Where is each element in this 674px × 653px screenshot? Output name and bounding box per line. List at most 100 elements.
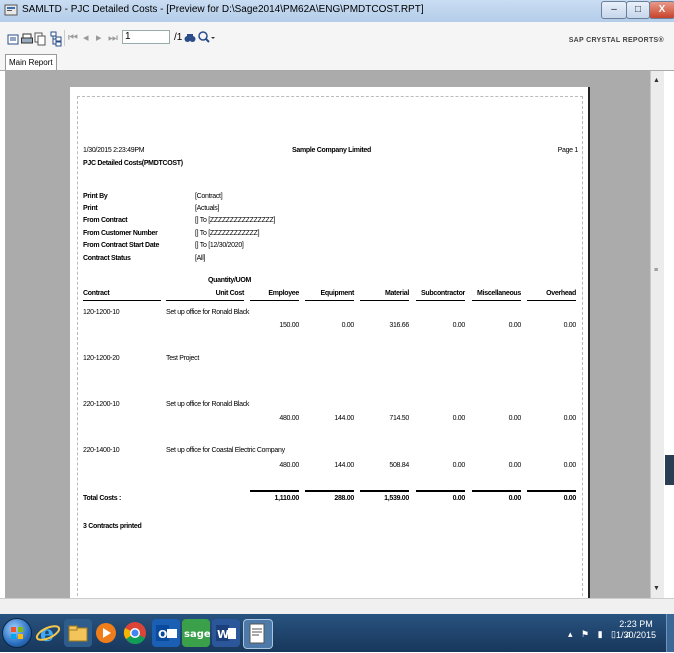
param-label: Print [83,205,98,212]
row-contract: 220-1200-10 [83,401,120,408]
total-rule [416,490,465,492]
svg-text:W: W [217,628,229,641]
param-value: [] To [12/30/2020] [195,242,244,249]
print-icon[interactable] [21,32,33,46]
row-employee: 150.00 [279,322,299,329]
header-underline [360,300,409,301]
total-material: 1,539.00 [384,495,409,502]
zoom-icon[interactable] [198,31,216,45]
total-subcontractor: 0.00 [452,495,466,502]
page-total: /1 [174,32,183,43]
svg-text:O: O [158,628,167,641]
page-margin [77,96,583,601]
close-button[interactable]: X [649,1,674,19]
header-contract: Contract [83,290,110,297]
param-value: [Contract] [195,193,223,200]
param-label: From Contract [83,217,128,224]
param-label: From Contract Start Date [83,242,160,249]
row-overhead: 0.00 [563,415,577,422]
company-name: Sample Company Limited [292,147,371,154]
show-desktop-button[interactable] [666,614,674,652]
page-number-input[interactable]: 1 [122,30,170,44]
contracts-printed: 3 Contracts printed [83,523,142,530]
scroll-up-icon[interactable]: ▲ [653,77,660,84]
row-subcontractor: 0.00 [452,462,466,469]
row-miscellaneous: 0.00 [508,462,522,469]
row-miscellaneous: 0.00 [508,322,522,329]
header-underline [166,300,244,301]
next-page-icon[interactable]: ▸ [96,31,102,45]
row-contract: 220-1400-10 [83,447,120,454]
param-value: [] To [ZZZZZZZZZZZZZZZZ] [195,217,276,224]
header-quantity-uom: Quantity/UOM [208,277,252,284]
last-page-icon[interactable]: ⏭ [108,31,118,45]
row-material: 714.50 [389,415,409,422]
total-label: Total Costs : [83,495,121,502]
header-unit-cost: Unit Cost [215,290,245,297]
row-employee: 480.00 [279,415,299,422]
header-underline [416,300,465,301]
total-rule [250,490,299,492]
group-tree-icon[interactable] [50,31,62,47]
tray-clock[interactable]: 2:23 PM 1/30/2015 [616,619,656,641]
chrome-icon[interactable] [121,619,149,647]
clock-time: 2:23 PM [619,619,653,629]
header-subcontractor: Subcontractor [421,290,465,297]
status-bar [0,598,674,615]
row-equipment: 144.00 [334,415,354,422]
maximize-button[interactable]: □ [626,1,650,19]
row-employee: 480.00 [279,462,299,469]
export-icon[interactable] [7,32,19,46]
start-button[interactable] [2,618,32,648]
header-underline [305,300,354,301]
sage-icon[interactable]: sage [182,619,211,647]
total-miscellaneous: 0.00 [508,495,522,502]
param-value: [] To [ZZZZZZZZZZZZ] [195,230,260,237]
row-subcontractor: 0.00 [452,415,466,422]
file-explorer-icon[interactable] [64,619,92,647]
scroll-grip-icon[interactable]: ≡ [654,267,658,274]
total-employee: 1,110.00 [274,495,300,502]
vertical-scrollbar[interactable]: ▲ ≡ ▼ [650,71,665,598]
header-material: Material [384,290,409,297]
total-equipment: 288.00 [334,495,354,502]
toolbar-separator [64,30,65,46]
row-equipment: 0.00 [341,322,355,329]
first-page-icon[interactable]: ⏮ [68,31,78,45]
svg-text:sage: sage [184,629,210,640]
total-rule [472,490,521,492]
outlook-icon[interactable]: O [152,619,180,647]
row-overhead: 0.00 [563,462,577,469]
header-equipment: Equipment [320,290,355,297]
header-underline [83,300,161,301]
row-subcontractor: 0.00 [452,322,466,329]
scroll-down-icon[interactable]: ▼ [653,585,660,592]
title-bar: SAMLTD - PJC Detailed Costs - [Preview f… [0,0,674,23]
report-title: PJC Detailed Costs(PMDTCOST) [83,160,183,167]
word-icon[interactable]: W [212,619,240,647]
crystal-reports-brand: SAP CRYSTAL REPORTS® [568,37,664,44]
find-icon[interactable] [184,31,196,45]
minimize-button[interactable]: – [601,1,627,19]
internet-explorer-icon[interactable]: e [34,619,62,647]
background-window [665,455,674,485]
row-description: Set up office for Coastal Electric Compa… [166,447,285,454]
total-overhead: 0.00 [563,495,577,502]
tab-main-report[interactable]: Main Report [5,54,57,70]
header-underline [527,300,576,301]
app-icon [4,3,18,17]
row-overhead: 0.00 [563,322,577,329]
media-player-icon[interactable] [92,619,120,647]
previous-page-icon[interactable]: ◂ [83,31,89,45]
total-rule [305,490,354,492]
window-title: SAMLTD - PJC Detailed Costs - [Preview f… [22,4,424,15]
row-contract: 120-1200-20 [83,355,120,362]
crystal-viewer-task-icon[interactable] [243,619,273,649]
header-underline [250,300,299,301]
param-value: [Actuals] [195,205,220,212]
param-value: [All] [195,255,206,262]
total-rule [360,490,409,492]
copy-icon[interactable] [34,32,46,46]
page-label: Page 1 [557,147,579,154]
header-employee: Employee [268,290,299,297]
